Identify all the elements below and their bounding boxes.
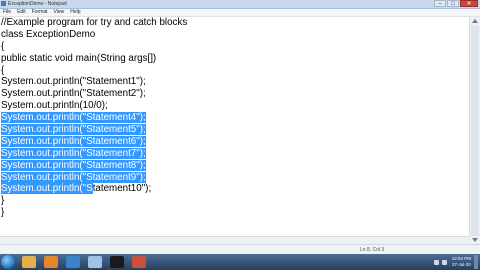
selected-text: System.out.println("Statement7");: [1, 147, 146, 159]
selected-text: System.out.println("Statement8");: [1, 159, 146, 171]
selected-text: System.out.println("Statement4");: [1, 112, 146, 124]
start-button[interactable]: [1, 255, 15, 269]
close-button[interactable]: ✕: [460, 0, 478, 7]
title-bar: ExceptionDemo - Notepad – □ ✕: [0, 0, 480, 9]
text-editor[interactable]: //Example program for try and catch bloc…: [0, 17, 470, 244]
volume-icon[interactable]: [441, 259, 447, 265]
code-line: System.out.println("Statement10");: [0, 183, 470, 195]
menu-help[interactable]: Help: [67, 9, 83, 16]
code-line: }: [1, 195, 5, 207]
code-line: System.out.println("Statement6");: [0, 135, 470, 148]
explorer-icon[interactable]: [22, 256, 36, 268]
code-line: System.out.println("Statement4");: [0, 112, 470, 124]
media-player-icon[interactable]: [44, 256, 58, 268]
menu-edit[interactable]: Edit: [14, 9, 29, 16]
code-line: System.out.println(10/0);: [1, 100, 108, 112]
code-line: }: [1, 207, 5, 219]
clock[interactable]: 12:04 PM 27-Jul-20: [452, 256, 471, 268]
code-line: System.out.println("Statement1");: [1, 76, 146, 88]
selected-text: System.out.println("Statement9");: [1, 171, 146, 183]
code-line: System.out.println("Statement2");: [1, 88, 146, 100]
code-line: System.out.println("Statement9");: [0, 171, 470, 184]
code-line: System.out.println("Statement7");: [0, 147, 470, 160]
menu-file[interactable]: File: [0, 9, 14, 16]
show-desktop-button[interactable]: [474, 255, 478, 269]
unselected-text: tatement10");: [92, 183, 152, 195]
code-line: System.out.println("Statement5");: [0, 124, 470, 136]
menu-view[interactable]: View: [51, 9, 68, 16]
menu-format[interactable]: Format: [29, 9, 51, 16]
selected-text: System.out.println("Statement5");: [1, 124, 146, 136]
window-controls: – □ ✕: [433, 0, 478, 8]
network-icon[interactable]: [433, 259, 439, 265]
taskbar: 12:04 PM 27-Jul-20: [0, 254, 480, 270]
code-line: class ExceptionDemo: [1, 28, 96, 40]
selected-text: System.out.println("Statement6");: [1, 135, 146, 147]
minimize-button[interactable]: –: [434, 0, 446, 7]
maximize-button[interactable]: □: [447, 0, 459, 7]
scroll-down-icon[interactable]: [472, 238, 478, 242]
browser-icon[interactable]: [66, 256, 80, 268]
cmd-icon[interactable]: [110, 256, 124, 268]
window-title: ExceptionDemo - Notepad: [8, 1, 67, 7]
code-line: System.out.println("Statement8");: [0, 159, 470, 172]
clock-date: 27-Jul-20: [451, 262, 471, 267]
menu-bar: File Edit Format View Help: [0, 9, 480, 17]
notepad-icon[interactable]: [88, 256, 102, 268]
scroll-up-icon[interactable]: [472, 19, 478, 23]
notepad-app-icon: [1, 1, 6, 6]
code-line: //Example program for try and catch bloc…: [1, 17, 188, 28]
code-line: {: [1, 40, 5, 52]
system-tray: 12:04 PM 27-Jul-20: [433, 254, 478, 270]
selected-text: System.out.println("S: [1, 183, 93, 195]
paint-icon[interactable]: [132, 256, 146, 268]
code-line: {: [1, 64, 5, 76]
scroll-thumb[interactable]: [471, 26, 479, 236]
vertical-scrollbar[interactable]: [469, 17, 480, 244]
code-line: public static void main(String args[]): [1, 52, 157, 64]
